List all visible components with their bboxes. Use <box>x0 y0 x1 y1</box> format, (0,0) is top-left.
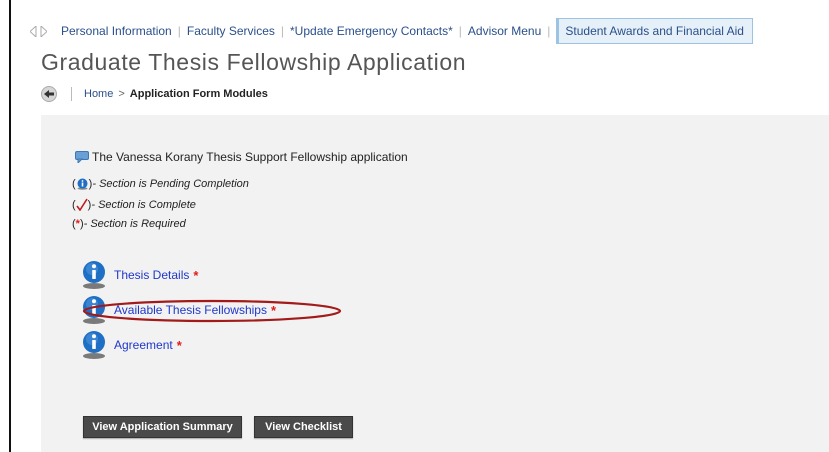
breadcrumb-divider <box>71 87 72 101</box>
annotation-highlight-ellipse <box>82 299 342 323</box>
nav-student-awards-financial-aid[interactable]: Student Awards and Financial Aid <box>556 18 753 44</box>
page-frame: Personal Information | Faculty Services … <box>9 0 829 452</box>
pending-info-icon <box>77 178 88 190</box>
nav-advisor-menu[interactable]: Advisor Menu <box>462 24 547 38</box>
nav-scroll-arrows <box>11 25 55 37</box>
legend-complete: ( ) - Section is Complete <box>72 198 196 211</box>
required-asterisk: * <box>176 337 182 353</box>
nav-left-arrow-icon[interactable] <box>30 25 37 37</box>
module-thesis-details[interactable]: Thesis Details * <box>81 260 198 290</box>
info-icon <box>83 261 105 289</box>
page-title: Graduate Thesis Fellowship Application <box>41 49 467 75</box>
nav-personal-information[interactable]: Personal Information <box>55 24 178 38</box>
nav-separator: | <box>547 24 551 38</box>
nav-faculty-services[interactable]: Faculty Services <box>181 24 281 38</box>
required-asterisk: * <box>193 267 199 283</box>
legend-complete-text: - Section is Complete <box>91 198 196 211</box>
breadcrumb-home-link[interactable]: Home <box>84 88 113 100</box>
module-link[interactable]: Thesis Details <box>114 268 189 282</box>
info-icon <box>83 331 105 359</box>
application-heading-text: The Vanessa Korany Thesis Support Fellow… <box>92 150 408 164</box>
nav-right-arrow-icon[interactable] <box>40 25 47 37</box>
legend-required-text: - Section is Required <box>83 218 186 230</box>
legend-pending: ( ) - Section is Pending Completion <box>72 178 249 190</box>
application-heading: The Vanessa Korany Thesis Support Fellow… <box>75 150 408 164</box>
legend-pending-text: - Section is Pending Completion <box>92 178 249 190</box>
breadcrumb-current: Application Form Modules <box>129 88 268 100</box>
module-link[interactable]: Agreement <box>114 338 173 352</box>
breadcrumb: Home > Application Form Modules <box>41 84 268 104</box>
breadcrumb-separator: > <box>118 88 125 100</box>
top-navigation: Personal Information | Faculty Services … <box>11 18 829 44</box>
view-application-summary-button[interactable]: View Application Summary <box>83 416 242 438</box>
checkmark-icon <box>76 198 88 211</box>
speech-bubble-icon <box>75 151 89 163</box>
module-agreement[interactable]: Agreement * <box>81 330 182 360</box>
application-modules-panel: The Vanessa Korany Thesis Support Fellow… <box>41 115 829 452</box>
legend-required: ( * ) - Section is Required <box>72 218 186 230</box>
view-checklist-button[interactable]: View Checklist <box>254 416 353 438</box>
back-arrow-icon[interactable] <box>41 86 57 102</box>
nav-update-emergency-contacts[interactable]: *Update Emergency Contacts* <box>284 24 459 38</box>
